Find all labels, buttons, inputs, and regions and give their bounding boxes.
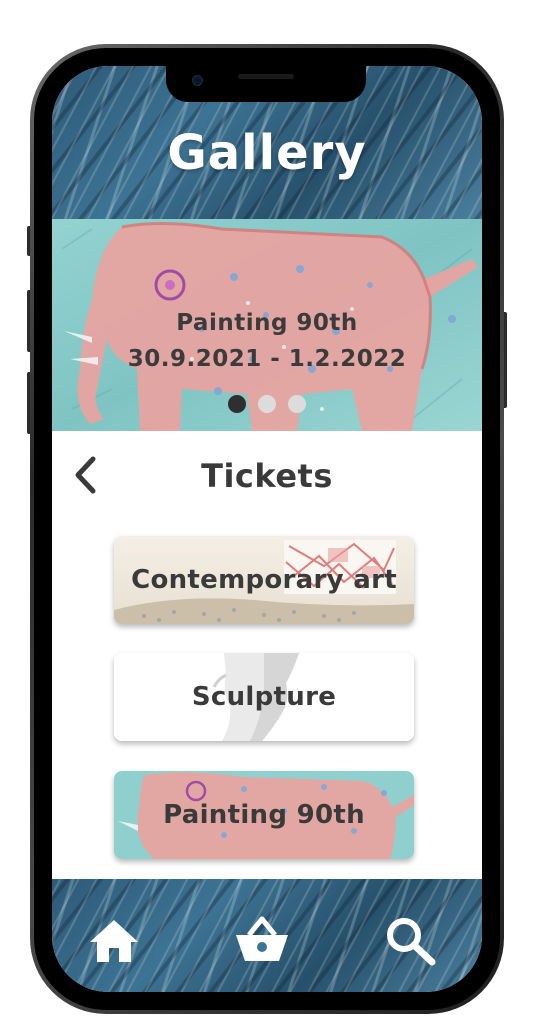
- nav-home-button[interactable]: [84, 915, 144, 965]
- ticket-label: Contemporary art: [131, 565, 397, 595]
- carousel-dot-2[interactable]: [258, 395, 276, 413]
- phone-frame: Gallery Painting 90th 30.9.2021 - 1.2.20…: [30, 44, 504, 1014]
- home-icon: [90, 920, 138, 962]
- ticket-label: Sculpture: [191, 682, 337, 712]
- ticket-label: Painting 90th: [163, 800, 365, 830]
- nav-basket-button[interactable]: [232, 915, 292, 965]
- nav-search-button[interactable]: [380, 915, 440, 966]
- hero-dates: 30.9.2021 - 1.2.2022: [127, 346, 407, 372]
- tickets-header: Tickets: [52, 441, 482, 509]
- carousel-dot-3[interactable]: [288, 395, 306, 413]
- carousel-dots: [52, 395, 482, 413]
- tickets-title: Tickets: [201, 457, 333, 495]
- phone-bezel: Gallery Painting 90th 30.9.2021 - 1.2.20…: [34, 48, 500, 1010]
- basket-icon: [236, 916, 288, 961]
- front-camera: [192, 75, 203, 86]
- app-screen: Gallery Painting 90th 30.9.2021 - 1.2.20…: [52, 66, 482, 992]
- search-icon: [387, 918, 436, 966]
- ticket-card-contemporary-art[interactable]: Contemporary art: [114, 536, 414, 624]
- hero-carousel[interactable]: Painting 90th 30.9.2021 - 1.2.2022: [52, 219, 482, 431]
- phone-notch: [166, 66, 366, 102]
- hero-caption: Painting 90th 30.9.2021 - 1.2.2022: [52, 305, 482, 377]
- ticket-card-sculpture[interactable]: Sculpture: [114, 653, 414, 741]
- speaker-grille: [238, 74, 294, 79]
- bottom-navigation: [52, 879, 482, 992]
- app-title: Gallery: [167, 124, 367, 181]
- ticket-card-painting-90th[interactable]: Painting 90th: [114, 771, 414, 859]
- carousel-dot-1[interactable]: [228, 395, 246, 413]
- hero-exhibition-name: Painting 90th: [176, 310, 358, 336]
